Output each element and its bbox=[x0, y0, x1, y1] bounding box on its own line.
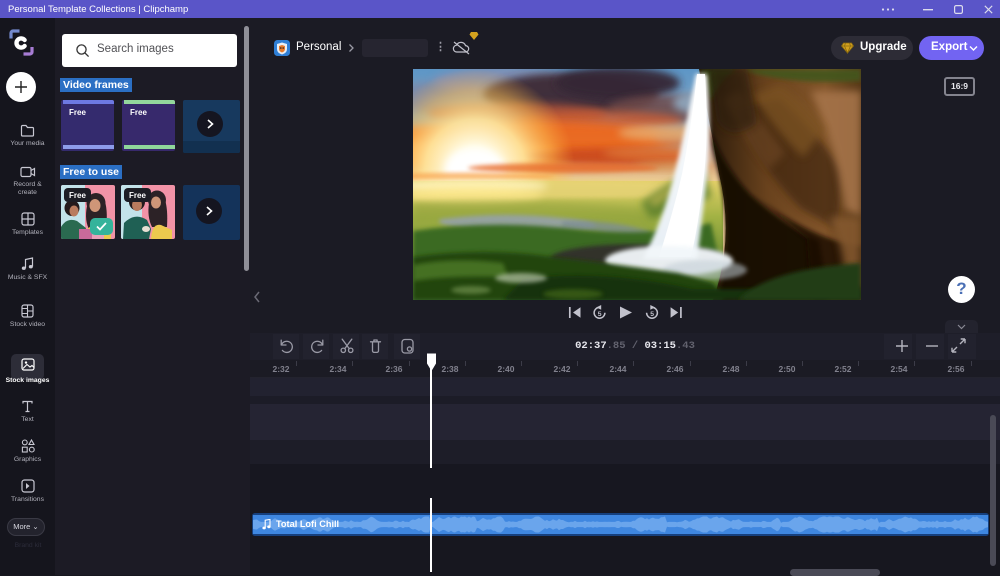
svg-text:5: 5 bbox=[650, 311, 654, 318]
svg-text:5: 5 bbox=[598, 311, 602, 318]
